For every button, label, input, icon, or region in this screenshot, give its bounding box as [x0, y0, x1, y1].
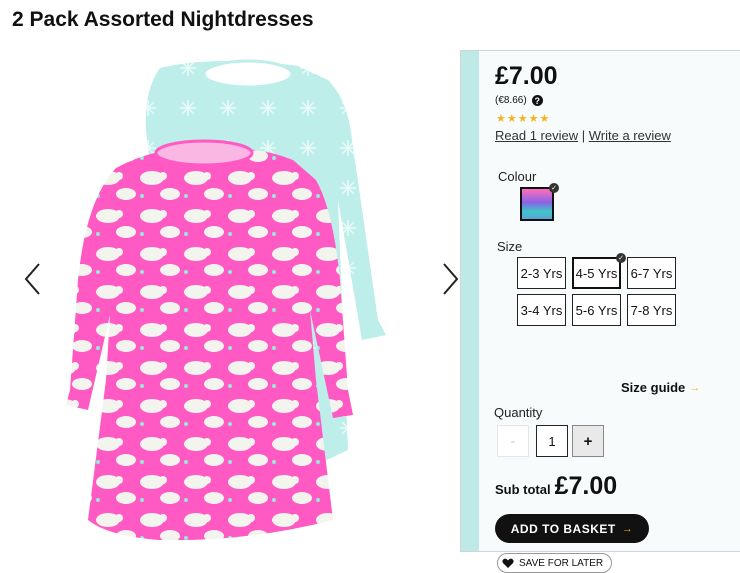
size-guide-link[interactable]: Size guide → — [621, 380, 700, 395]
size-option[interactable]: 3-4 Yrs — [517, 294, 566, 326]
product-image — [66, 59, 386, 541]
help-icon[interactable]: ? — [531, 95, 543, 106]
panel-decorative-strip — [461, 51, 479, 551]
subtotal: Sub total £7.00 — [495, 472, 617, 501]
colour-label: Colour — [498, 169, 537, 184]
selected-check-icon: ✓ — [549, 183, 559, 193]
subtotal-value: £7.00 — [554, 472, 618, 500]
chevron-left-icon — [24, 263, 40, 295]
euro-price: (€8.66) ? — [495, 95, 543, 106]
size-guide-label: Size guide — [621, 380, 686, 395]
product-title: 2 Pack Assorted Nightdresses — [12, 8, 314, 31]
quantity-input[interactable]: 1 — [536, 425, 568, 457]
add-to-basket-label: ADD TO BASKET — [510, 521, 616, 536]
arrow-right-icon: → — [621, 522, 634, 535]
review-links: Read 1 review | Write a review — [495, 128, 671, 143]
save-for-later-button[interactable]: SAVE FOR LATER — [497, 553, 613, 573]
size-option[interactable]: 7-8 Yrs — [627, 294, 676, 326]
review-separator: | — [581, 128, 586, 143]
selected-check-icon: ✓ — [616, 253, 626, 263]
previous-image-button[interactable] — [18, 255, 48, 303]
chevron-right-icon — [443, 263, 459, 295]
write-review-link[interactable]: Write a review — [589, 128, 671, 143]
size-option[interactable]: 5-6 Yrs — [572, 294, 621, 326]
arrow-right-icon: → — [689, 381, 701, 394]
colour-swatch[interactable] — [520, 187, 554, 221]
quantity-label: Quantity — [494, 405, 543, 420]
size-option-selected[interactable]: 4-5 Yrs — [572, 257, 621, 289]
size-option[interactable]: 2-3 Yrs — [517, 257, 566, 289]
euro-price-value: (€8.66) — [495, 95, 527, 106]
quantity-increase-button[interactable]: + — [572, 425, 604, 457]
subtotal-label: Sub total — [495, 482, 551, 497]
save-for-later-label: SAVE FOR LATER — [519, 557, 604, 569]
heart-icon — [502, 558, 514, 568]
size-option[interactable]: 6-7 Yrs — [627, 257, 676, 289]
read-reviews-link[interactable]: Read 1 review — [495, 128, 578, 143]
size-label: Size — [497, 239, 523, 254]
quantity-decrease-button[interactable]: - — [497, 425, 529, 457]
add-to-basket-button[interactable]: ADD TO BASKET → — [495, 514, 649, 543]
rating-stars: ★★★★★ — [496, 113, 551, 125]
product-price: £7.00 — [495, 62, 558, 90]
